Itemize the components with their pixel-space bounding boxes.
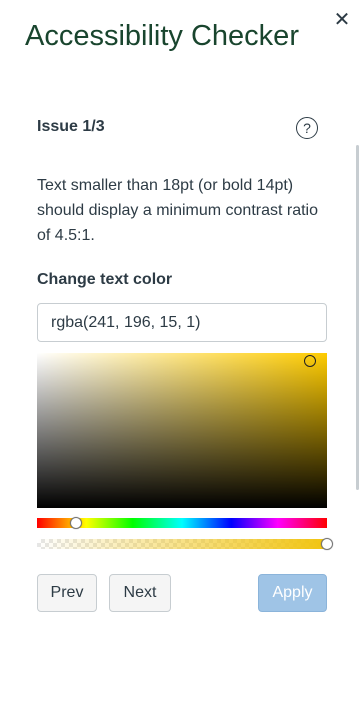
alpha-slider[interactable]	[37, 538, 333, 550]
saturation-picker-handle[interactable]	[303, 354, 316, 367]
apply-button[interactable]: Apply	[258, 574, 327, 612]
alpha-slider-thumb[interactable]	[321, 538, 333, 550]
scrollbar[interactable]	[356, 145, 359, 490]
brightness-gradient	[37, 353, 327, 508]
panel-title: Accessibility Checker	[25, 20, 299, 52]
next-button[interactable]: Next	[109, 574, 171, 612]
hue-slider[interactable]	[37, 517, 327, 529]
change-text-color-label: Change text color	[37, 271, 173, 288]
accessibility-checker-panel: ✕ Accessibility Checker Issue 1/3 ? Text…	[0, 0, 361, 706]
alpha-gradient	[37, 539, 327, 549]
hue-slider-thumb[interactable]	[69, 517, 82, 529]
close-icon[interactable]: ✕	[332, 9, 352, 31]
issue-message: Text smaller than 18pt (or bold 14pt) sh…	[37, 177, 319, 244]
issue-counter: Issue 1/3	[37, 118, 105, 135]
color-value-input[interactable]	[37, 303, 327, 342]
help-icon[interactable]: ?	[296, 117, 318, 139]
saturation-brightness-picker[interactable]	[37, 353, 327, 508]
prev-button[interactable]: Prev	[37, 574, 97, 612]
